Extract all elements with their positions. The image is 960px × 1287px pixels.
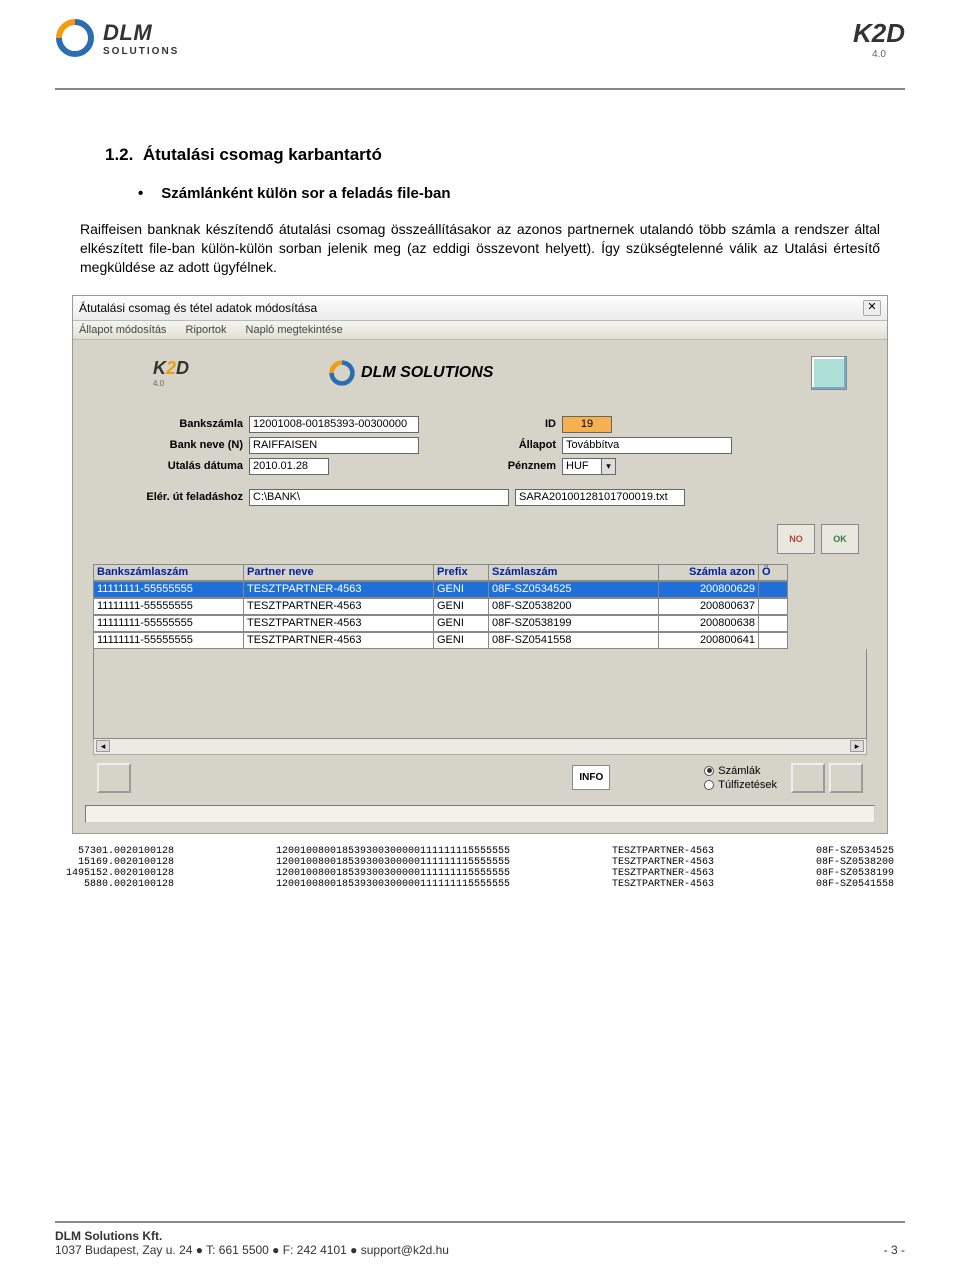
radio-tulfizetesek[interactable]: Túlfizetések <box>704 779 777 791</box>
path-input[interactable] <box>249 489 509 506</box>
h-scrollbar[interactable]: ◂ ▸ <box>93 739 867 755</box>
no-button[interactable]: NO <box>777 524 815 554</box>
k2d-logo: K2D 4.0 <box>853 18 905 60</box>
menu-riportok[interactable]: Riportok <box>186 324 227 336</box>
data-table: Bankszámlaszám Partner neve Prefix Száml… <box>93 564 867 739</box>
app-window: Átutalási csomag és tétel adatok módosít… <box>72 295 888 834</box>
window-footer: INFO Számlák Túlfizetések <box>83 755 877 801</box>
raw-data-block: 57301.0020100128 15169.0020100128 149515… <box>66 846 894 890</box>
logo-row: K2D 4.0 DLM SOLUTIONS <box>83 350 877 408</box>
form-grid: Bankszámla ID Bank neve (N) Állapot Utal… <box>123 416 837 475</box>
close-icon[interactable]: ✕ <box>863 300 881 316</box>
utalas-input[interactable] <box>249 458 329 475</box>
section-paragraph: Raiffeisen banknak készítendő átutalási … <box>80 220 880 277</box>
menu-allapot[interactable]: Állapot módosítás <box>79 324 166 336</box>
toolbar-button-2[interactable] <box>791 763 825 793</box>
table-row[interactable]: 11111111-55555555 TESZTPARTNER-4563 GENI… <box>93 581 867 598</box>
menubar: Állapot módosítás Riportok Napló megteki… <box>73 321 887 340</box>
table-row[interactable]: 11111111-55555555 TESZTPARTNER-4563 GENI… <box>93 598 867 615</box>
footer-rule <box>55 1221 905 1223</box>
titlebar: Átutalási csomag és tétel adatok módosít… <box>73 296 887 321</box>
id-value <box>562 416 612 433</box>
window-title: Átutalási csomag és tétel adatok módosít… <box>79 301 317 315</box>
filename-input <box>515 489 685 506</box>
table-row[interactable]: 11111111-55555555 TESZTPARTNER-4563 GENI… <box>93 632 867 649</box>
arrow-right-icon[interactable]: ▸ <box>850 740 864 752</box>
bankszamla-input[interactable] <box>249 416 419 433</box>
section-title: 1.2. Átutalási csomag karbantartó <box>105 145 880 165</box>
menu-naplo[interactable]: Napló megtekintése <box>246 324 343 336</box>
arrow-left-icon[interactable]: ◂ <box>96 740 110 752</box>
radio-szamlak[interactable]: Számlák <box>704 765 777 777</box>
table-header: Bankszámlaszám Partner neve Prefix Száml… <box>93 564 867 581</box>
dlm-ring-icon <box>55 18 95 58</box>
ok-button[interactable]: OK <box>821 524 859 554</box>
penznem-select[interactable] <box>562 458 602 475</box>
info-label[interactable]: INFO <box>572 765 610 790</box>
section-bullet: Számlánként külön sor a feladás file-ban <box>138 185 880 202</box>
confirm-buttons: NO OK <box>83 524 877 564</box>
header-rule <box>55 88 905 90</box>
dlm-logo: DLM SOLUTIONS <box>55 18 179 58</box>
radio-group: Számlák Túlfizetések <box>704 765 777 791</box>
chevron-down-icon[interactable]: ▾ <box>602 458 616 475</box>
dlm-ring-icon <box>329 360 355 386</box>
dlm-sub: SOLUTIONS <box>103 46 179 57</box>
path-row: Elér. út feladáshoz <box>123 489 837 506</box>
table-row[interactable]: 11111111-55555555 TESZTPARTNER-4563 GENI… <box>93 615 867 632</box>
page-number: - 3 - <box>884 1243 905 1257</box>
dlm-name: DLM <box>103 20 179 46</box>
footer-address: 1037 Budapest, Zay u. 24 ● T: 661 5500 ●… <box>55 1243 449 1257</box>
allapot-input <box>562 437 732 454</box>
toolbar-button-3[interactable] <box>829 763 863 793</box>
banknev-input[interactable] <box>249 437 419 454</box>
footer-company: DLM Solutions Kft. <box>55 1229 449 1243</box>
page-header: DLM SOLUTIONS K2D 4.0 <box>0 0 960 90</box>
edit-icon[interactable] <box>811 356 847 390</box>
page-footer: DLM Solutions Kft. 1037 Budapest, Zay u.… <box>55 1229 905 1257</box>
toolbar-button-1[interactable] <box>97 763 131 793</box>
